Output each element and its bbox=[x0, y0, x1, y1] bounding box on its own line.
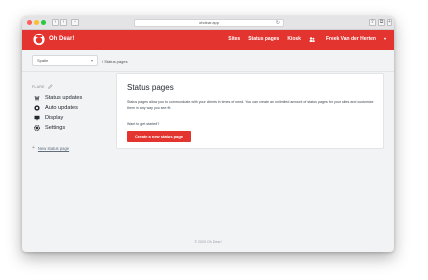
new-status-page-link[interactable]: + New status page bbox=[32, 145, 122, 151]
sidebar-toggle-button[interactable]: ▫ bbox=[71, 19, 79, 26]
sidebar: FLARE Status updates Auto updates Displa… bbox=[32, 84, 122, 151]
plus-icon: + bbox=[32, 145, 35, 151]
chevron-down-icon: ▾ bbox=[90, 58, 93, 63]
sub-header: Spatie ▾ / Status pages bbox=[22, 50, 394, 72]
sidebar-item-settings[interactable]: Settings bbox=[32, 123, 122, 133]
user-icon bbox=[309, 36, 315, 42]
sidebar-heading: FLARE bbox=[32, 84, 122, 89]
close-window-button[interactable] bbox=[27, 20, 32, 25]
chevron-down-icon: ▾ bbox=[383, 36, 386, 41]
browser-window: ‹ › ▫ ohdear.app ↻ ⇧ ⧉ + Oh Dear! Sites … bbox=[22, 16, 394, 252]
footer-text: © 2020 Oh Dear! bbox=[194, 240, 222, 244]
sidebar-item-label: Display bbox=[45, 115, 64, 121]
nav-status-pages[interactable]: Status pages bbox=[248, 36, 279, 42]
breadcrumb: / Status pages bbox=[102, 59, 128, 64]
page-title: Status pages bbox=[127, 83, 174, 92]
site-select[interactable]: Spatie ▾ bbox=[32, 55, 98, 66]
new-tab-button[interactable]: + bbox=[387, 19, 392, 26]
user-menu[interactable]: Freek Van der Herten ▾ bbox=[318, 36, 386, 42]
forward-button[interactable]: › bbox=[60, 19, 67, 26]
sidebar-heading-label: FLARE bbox=[32, 84, 45, 89]
reload-icon[interactable]: ↻ bbox=[276, 20, 280, 26]
oh-dear-logo-icon[interactable] bbox=[33, 33, 45, 46]
app-header: Oh Dear! Sites Status pages Kiosk Freek … bbox=[22, 30, 394, 50]
top-nav: Sites Status pages Kiosk Freek Van der H… bbox=[220, 36, 386, 42]
nav-kiosk[interactable]: Kiosk bbox=[287, 36, 301, 42]
new-status-page-label: New status page bbox=[37, 145, 70, 151]
get-started-prompt: Want to get started? bbox=[127, 122, 160, 126]
brand-name[interactable]: Oh Dear! bbox=[49, 36, 74, 42]
sidebar-item-label: Auto updates bbox=[45, 105, 78, 111]
nav-sites[interactable]: Sites bbox=[228, 36, 240, 42]
address-bar[interactable]: ohdear.app ↻ bbox=[134, 19, 284, 27]
address-text: ohdear.app bbox=[198, 20, 220, 25]
sidebar-item-auto-updates[interactable]: Auto updates bbox=[32, 103, 122, 113]
create-status-page-button[interactable]: Create a new status page bbox=[127, 131, 191, 142]
site-select-value: Spatie bbox=[37, 58, 49, 63]
sidebar-item-label: Status updates bbox=[45, 95, 83, 101]
tabs-icon[interactable]: ⧉ bbox=[378, 19, 385, 26]
status-pages-card: Status pages Status pages allow you to c… bbox=[116, 73, 384, 149]
minimize-window-button[interactable] bbox=[34, 20, 39, 25]
back-button[interactable]: ‹ bbox=[52, 19, 59, 26]
display-icon bbox=[34, 115, 40, 121]
sidebar-item-display[interactable]: Display bbox=[32, 113, 122, 123]
settings-icon bbox=[34, 125, 40, 131]
user-name: Freek Van der Herten bbox=[325, 36, 376, 42]
maximize-window-button[interactable] bbox=[41, 20, 46, 25]
browser-toolbar: ‹ › ▫ ohdear.app ↻ ⇧ ⧉ + bbox=[22, 16, 394, 30]
status-updates-icon bbox=[34, 95, 40, 101]
auto-updates-icon bbox=[34, 105, 40, 111]
edit-icon[interactable] bbox=[47, 84, 53, 89]
sidebar-item-label: Settings bbox=[45, 125, 66, 131]
share-icon[interactable]: ⇧ bbox=[369, 19, 376, 26]
page-description: Status pages allow you to communicate wi… bbox=[127, 100, 374, 110]
sidebar-item-status-updates[interactable]: Status updates bbox=[32, 93, 122, 103]
